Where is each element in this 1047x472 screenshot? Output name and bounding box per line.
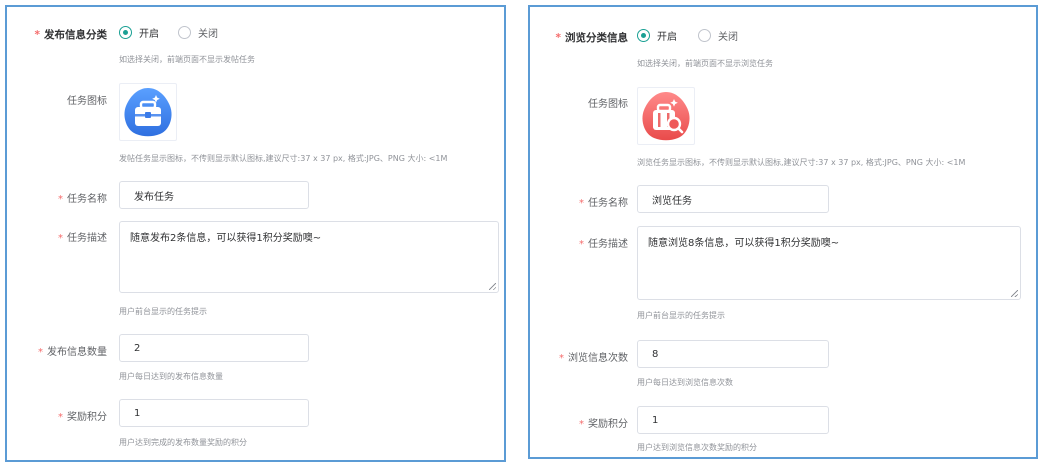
- post-count-label: * 发布信息数量: [38, 347, 107, 358]
- post-icon-hint: 发帖任务显示图标，不传则显示默认图标,建议尺寸:37 x 37 px, 格式:J…: [119, 154, 448, 163]
- radio-checked-icon: [637, 29, 650, 42]
- browse-name-input[interactable]: 浏览任务: [637, 185, 829, 213]
- browse-count-input[interactable]: 8: [637, 340, 829, 368]
- browse-points-label: * 奖励积分: [579, 419, 628, 430]
- post-category-hint: 如选择关闭，前端页面不显示发帖任务: [119, 55, 255, 64]
- post-category-on-radio[interactable]: 开启: [119, 25, 159, 40]
- browse-icon-hint: 浏览任务显示图标，不传则显示默认图标,建议尺寸:37 x 37 px, 格式:J…: [637, 158, 966, 167]
- browse-count-label: * 浏览信息次数: [559, 353, 628, 364]
- browse-desc-label: * 任务描述: [579, 239, 628, 250]
- radio-unchecked-icon: [698, 29, 711, 42]
- browse-task-icon-upload[interactable]: [637, 87, 695, 145]
- resize-handle-icon[interactable]: [489, 283, 496, 290]
- resize-handle-icon[interactable]: [1011, 290, 1018, 297]
- browse-points-hint: 用户达到浏览信息次数奖励的积分: [637, 443, 757, 452]
- browse-icon-label: 任务图标: [588, 99, 628, 110]
- post-desc-text: 随意发布2条信息，可以获得1积分奖励噢~: [130, 233, 322, 244]
- radio-unchecked-icon: [178, 26, 191, 39]
- post-category-off-radio[interactable]: 关闭: [178, 25, 218, 40]
- browse-points-input[interactable]: 1: [637, 406, 829, 434]
- post-desc-hint: 用户前台显示的任务提示: [119, 307, 207, 316]
- post-desc-textarea[interactable]: 随意发布2条信息，可以获得1积分奖励噢~: [119, 221, 499, 293]
- post-category-label: * 发布信息分类: [34, 29, 108, 41]
- post-task-icon: [124, 88, 172, 137]
- post-icon-label: 任务图标: [67, 96, 107, 107]
- browse-desc-hint: 用户前台显示的任务提示: [637, 311, 725, 320]
- post-points-label: * 奖励积分: [58, 412, 107, 423]
- browse-category-on-radio[interactable]: 开启: [637, 28, 677, 43]
- browse-category-off-radio[interactable]: 关闭: [698, 28, 738, 43]
- post-task-form: * 发布信息分类 开启 关闭 如选择关闭，前端页面不显示发帖任务 任务图标 发帖任…: [5, 5, 506, 462]
- browse-count-hint: 用户每日达到浏览信息次数: [637, 378, 733, 387]
- browse-task-form: * 浏览分类信息 开启 关闭 如选择关闭，前端页面不显示浏览任务 任务图标 浏览任…: [528, 5, 1038, 459]
- post-task-icon-upload[interactable]: [119, 83, 177, 141]
- post-count-input[interactable]: 2: [119, 334, 309, 362]
- post-desc-label: * 任务描述: [58, 233, 107, 244]
- post-count-hint: 用户每日达到的发布信息数量: [119, 372, 223, 381]
- browse-task-icon: [642, 92, 690, 141]
- browse-category-label: * 浏览分类信息: [555, 32, 629, 44]
- browse-category-hint: 如选择关闭，前端页面不显示浏览任务: [637, 59, 773, 68]
- post-name-input[interactable]: 发布任务: [119, 181, 309, 209]
- radio-checked-icon: [119, 26, 132, 39]
- browse-desc-text: 随意浏览8条信息，可以获得1积分奖励噢~: [648, 238, 840, 249]
- post-points-input[interactable]: 1: [119, 399, 309, 427]
- browse-name-label: * 任务名称: [579, 198, 628, 209]
- post-name-label: * 任务名称: [58, 194, 107, 205]
- post-points-hint: 用户达到完成的发布数量奖励的积分: [119, 438, 247, 447]
- browse-desc-textarea[interactable]: 随意浏览8条信息，可以获得1积分奖励噢~: [637, 226, 1021, 300]
